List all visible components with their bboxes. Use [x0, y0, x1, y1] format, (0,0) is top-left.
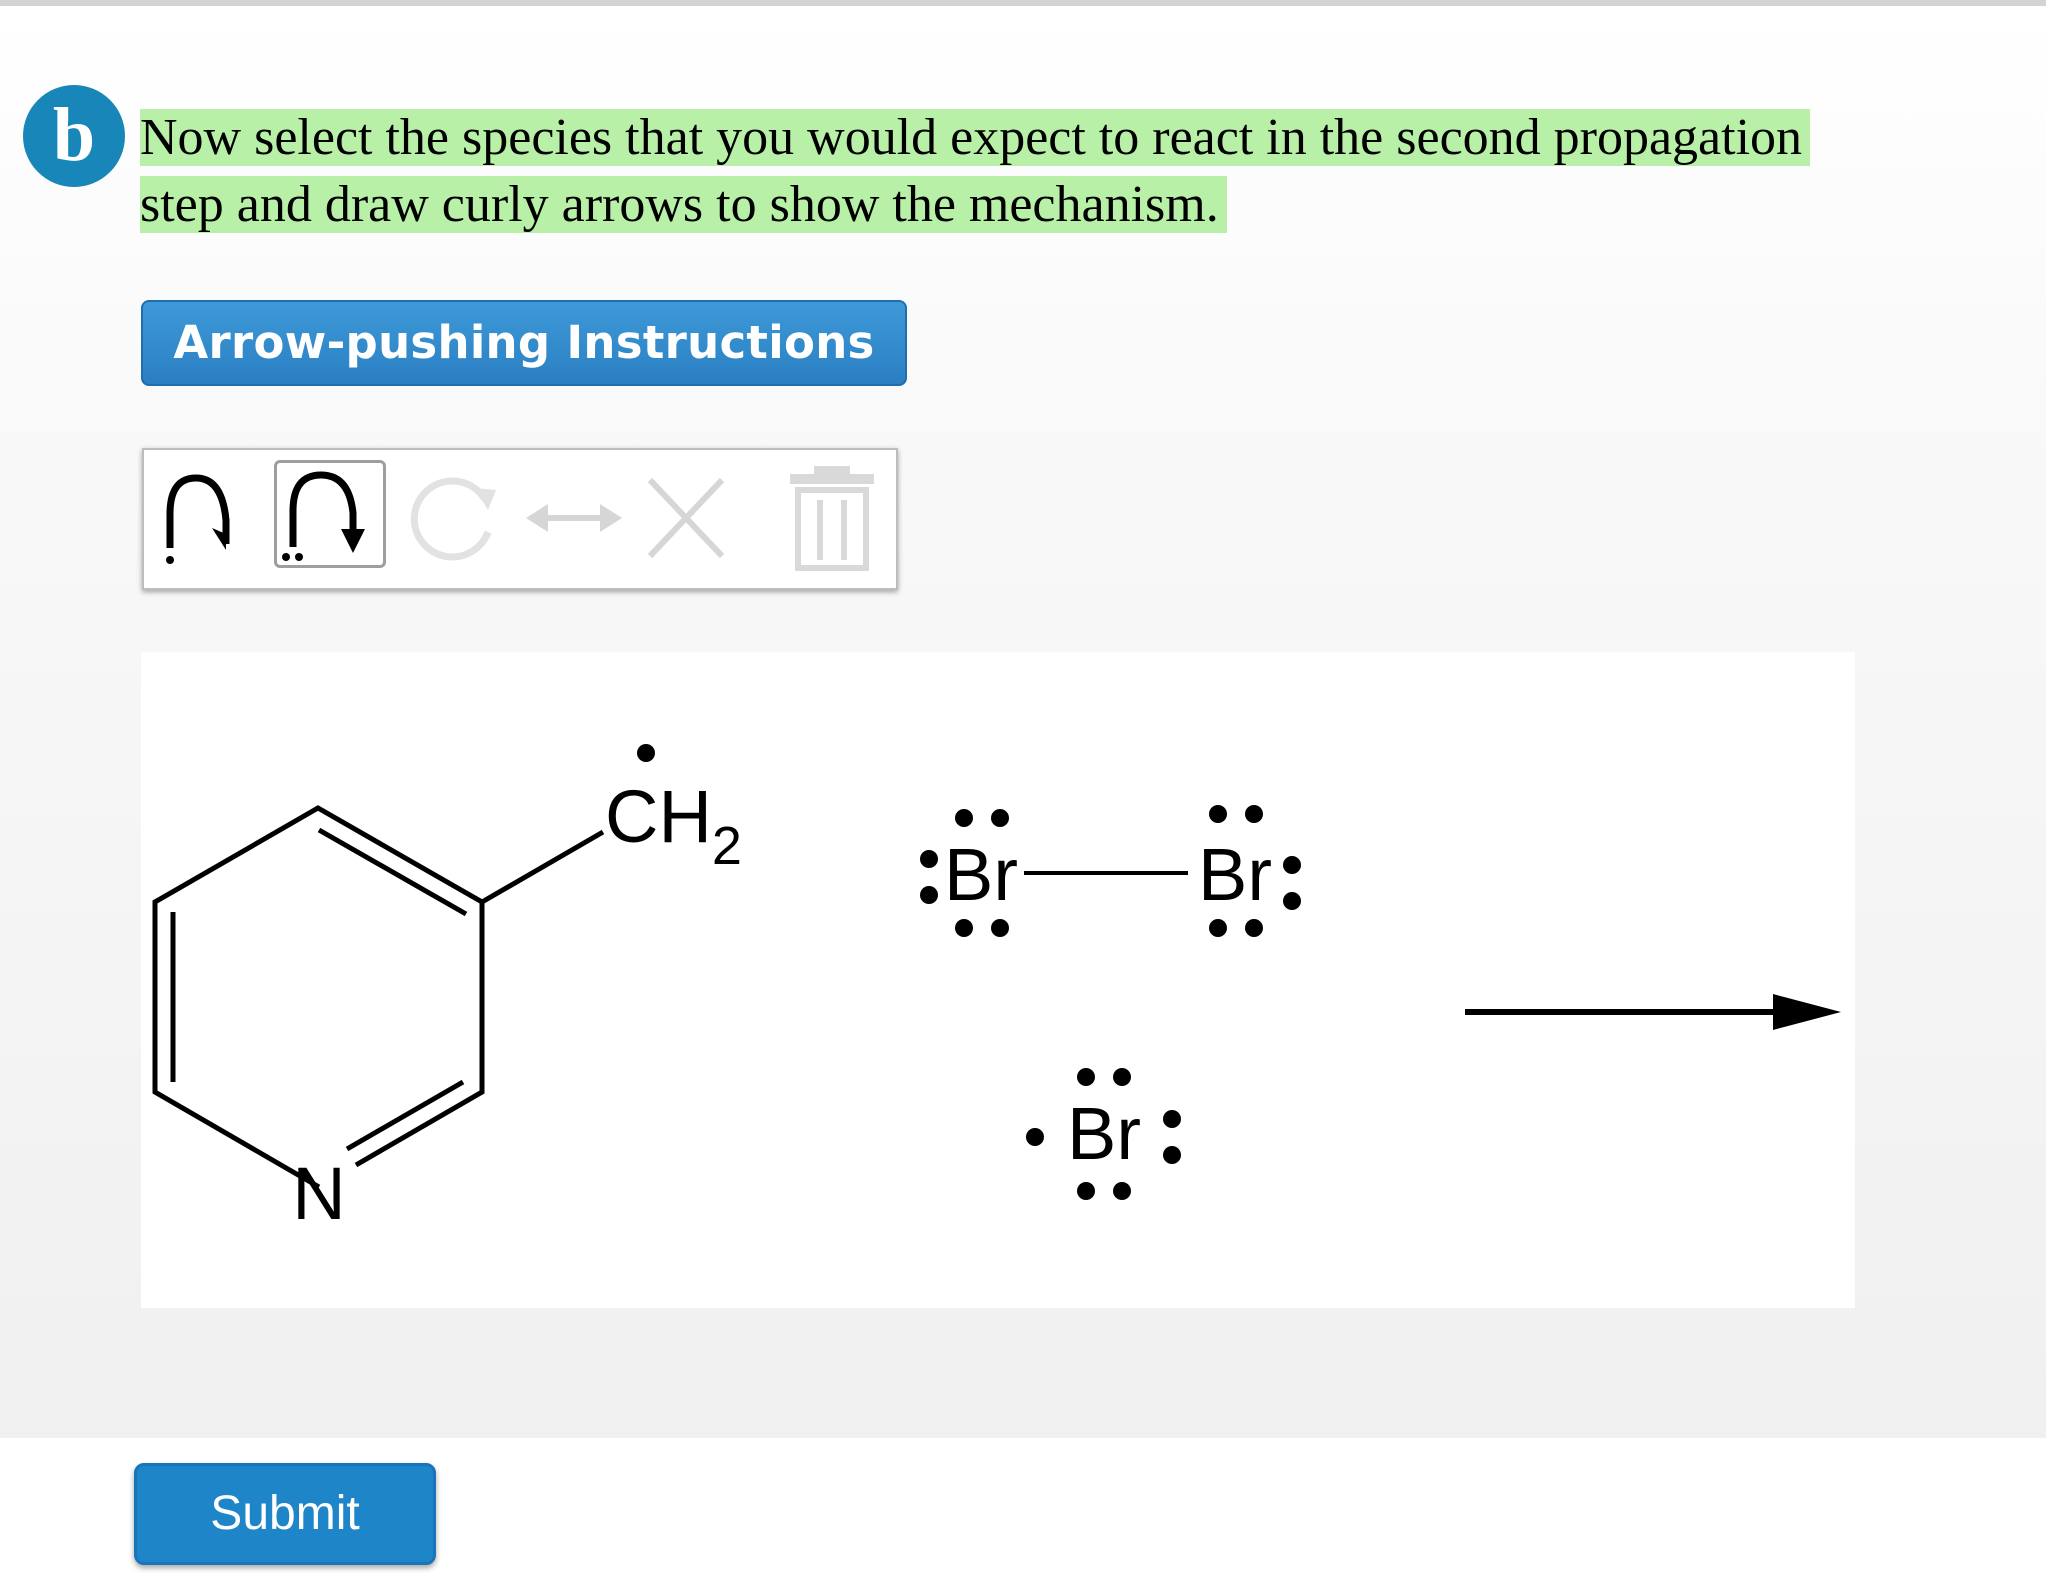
- curved-arrow-icon[interactable]: [274, 460, 386, 568]
- bromine-atom-2-label: Br: [1198, 833, 1272, 916]
- rotate-icon[interactable]: [402, 460, 506, 576]
- question-panel: b Now select the species that you would …: [0, 6, 2046, 1438]
- bromine-radical[interactable]: Br: [1026, 1068, 1181, 1200]
- x-icon[interactable]: [638, 460, 734, 576]
- ch2-group-label: CH2: [605, 775, 742, 876]
- reaction-arrow: [1465, 994, 1841, 1030]
- nitrogen-atom-label: N: [292, 1152, 345, 1235]
- bromine-atom-1-label: Br: [944, 833, 1018, 916]
- radical-electron-dot: [1026, 1128, 1044, 1146]
- submit-button[interactable]: Submit: [134, 1463, 436, 1565]
- fishhook-arrow-icon[interactable]: [152, 460, 264, 576]
- pyridylmethyl-radical[interactable]: N CH2: [152, 744, 742, 1235]
- arrow-pushing-instructions-button[interactable]: Arrow-pushing Instructions: [141, 300, 907, 386]
- bromine-radical-atom-label: Br: [1067, 1092, 1141, 1175]
- mechanism-drawing-canvas[interactable]: N CH2 Br Br Br: [141, 652, 1855, 1308]
- part-badge: b: [23, 85, 125, 187]
- bromine-molecule[interactable]: Br Br: [920, 805, 1301, 937]
- arrow-tool-palette: [142, 448, 898, 590]
- double-headed-arrow-icon[interactable]: [520, 460, 628, 576]
- question-prompt: Now select the species that you would ex…: [140, 104, 2040, 238]
- trash-icon[interactable]: [784, 460, 880, 576]
- prompt-line-2: step and draw curly arrows to show the m…: [140, 176, 1227, 233]
- prompt-line-1: Now select the species that you would ex…: [140, 109, 1811, 166]
- radical-electron-dot: [637, 744, 655, 762]
